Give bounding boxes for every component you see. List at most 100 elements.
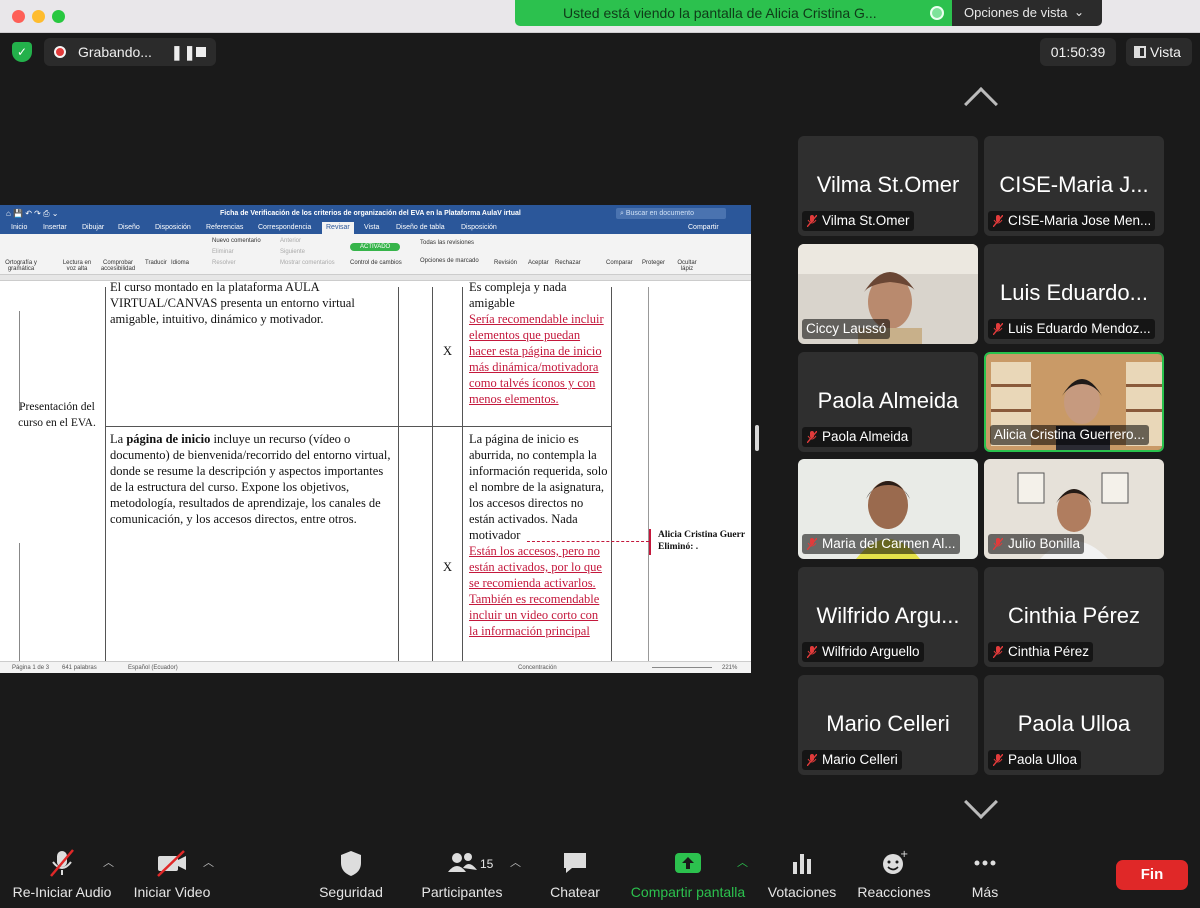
view-options-label: Opciones de vista — [964, 5, 1068, 20]
pause-recording-icon[interactable]: ❚❚ — [171, 38, 196, 66]
participant-name: Julio Bonilla — [1008, 536, 1081, 551]
chat-button[interactable]: Chatear — [540, 848, 610, 904]
tab-disposicion-tabla[interactable]: Disposición — [461, 222, 497, 234]
ribbon-compare[interactable]: Comparar — [606, 260, 633, 266]
ribbon-new-comment[interactable]: Nuevo comentario — [212, 238, 261, 244]
participants-label: Participantes — [421, 884, 503, 900]
participants-options-caret-icon[interactable]: ︿ — [510, 854, 521, 870]
reactions-label: Reacciones — [857, 884, 931, 900]
reactions-button[interactable]: + Reacciones — [854, 848, 934, 904]
mic-muted-icon — [807, 646, 817, 658]
participant-name: CISE-Maria Jose Men... — [1008, 213, 1152, 228]
word-ribbon: Ortografía y gramática Lectura en voz al… — [0, 234, 751, 275]
tab-referencias[interactable]: Referencias — [206, 222, 243, 234]
view-button-label: Vista — [1150, 44, 1181, 60]
participant-name: Mario Celleri — [822, 752, 898, 767]
revision-balloon[interactable]: Alicia Cristina Guerr Eliminó: . — [649, 529, 751, 555]
tab-inicio[interactable]: Inicio — [11, 222, 27, 234]
view-options-button[interactable]: Opciones de vista ⌄ — [952, 0, 1102, 26]
participant-name: Paola Ulloa — [1008, 752, 1078, 767]
row2-check-mark: X — [443, 560, 453, 574]
participants-icon — [448, 853, 477, 872]
ribbon-show-comments[interactable]: Mostrar comentarios — [280, 260, 335, 266]
polls-label: Votaciones — [767, 884, 837, 900]
audio-button[interactable]: Re-Iniciar Audio — [8, 848, 116, 904]
stop-recording-icon[interactable] — [196, 47, 206, 57]
tab-vista[interactable]: Vista — [364, 222, 379, 234]
audio-options-caret-icon[interactable]: ︿ — [103, 854, 114, 870]
ribbon-resolve[interactable]: Resolver — [212, 260, 236, 266]
ribbon-reject[interactable]: Rechazar — [555, 260, 581, 266]
participants-button[interactable]: 15 Participantes — [416, 848, 508, 904]
ribbon-previous[interactable]: Anterior — [280, 238, 301, 244]
word-search-placeholder: Buscar en documento — [625, 210, 694, 217]
row-border — [19, 311, 20, 411]
minimize-window-button[interactable] — [32, 10, 45, 23]
ribbon-spelling[interactable]: Ortografía y gramática — [4, 260, 38, 272]
participant-tile[interactable]: Cinthia Pérez Cinthia Pérez — [984, 567, 1164, 667]
tab-diseno-tabla[interactable]: Diseño de tabla — [396, 222, 445, 234]
polls-icon — [793, 854, 811, 874]
participant-name: Alicia Cristina Guerrero... — [994, 427, 1145, 442]
ribbon-translate[interactable]: Traducir — [145, 260, 167, 266]
video-options-caret-icon[interactable]: ︿ — [203, 854, 214, 870]
ribbon-next[interactable]: Siguiente — [280, 249, 305, 255]
ribbon-protect[interactable]: Proteger — [642, 260, 665, 266]
ribbon-track-changes[interactable]: Control de cambios — [350, 260, 402, 266]
ribbon-all-revisions[interactable]: Todas las revisiones — [420, 240, 474, 246]
ribbon-markup-options[interactable]: Opciones de marcado — [420, 258, 479, 264]
ribbon-review[interactable]: Revisión — [494, 260, 517, 266]
tab-correspondencia[interactable]: Correspondencia — [258, 222, 311, 234]
tab-dibujar[interactable]: Dibujar — [82, 222, 104, 234]
mic-muted-icon — [807, 431, 817, 443]
view-button[interactable]: Vista — [1126, 38, 1192, 66]
more-button[interactable]: Más — [958, 848, 1012, 904]
share-options-caret-icon[interactable]: ︿ — [737, 854, 748, 870]
participant-name-label: Cinthia Pérez — [988, 642, 1094, 662]
tab-diseno[interactable]: Diseño — [118, 222, 140, 234]
row2-bold-term: página de inicio — [126, 432, 211, 446]
participant-tile[interactable]: Vilma St.Omer Vilma St.Omer — [798, 136, 978, 236]
document-page: El curso montado en la plataforma AULA V… — [0, 280, 751, 661]
maximize-window-button[interactable] — [52, 10, 65, 23]
share-screen-button[interactable]: Compartir pantalla — [626, 848, 750, 904]
participant-tile[interactable]: Julio Bonilla — [984, 459, 1164, 559]
end-meeting-button[interactable]: Fin — [1116, 860, 1188, 890]
participant-name: Cinthia Pérez — [1008, 644, 1090, 659]
participant-name: Luis Eduardo Mendoz... — [1008, 321, 1151, 336]
word-share-button[interactable]: Compartir — [688, 222, 719, 234]
participant-tile[interactable]: Wilfrido Argu... Wilfrido Arguello — [798, 567, 978, 667]
word-search-box[interactable]: ⌕ Buscar en documento — [616, 208, 726, 219]
security-shield-icon[interactable]: ✓ — [12, 42, 32, 62]
row1-recommendation: Sería recomendable incluir elementos que… — [469, 312, 604, 406]
participant-name-label: Luis Eduardo Mendoz... — [988, 319, 1155, 339]
participant-tile[interactable]: Luis Eduardo... Luis Eduardo Mendoz... — [984, 244, 1164, 344]
tab-insertar[interactable]: Insertar — [43, 222, 67, 234]
chevron-down-icon: ⌄ — [1074, 5, 1085, 19]
ribbon-delete[interactable]: Eliminar — [212, 249, 234, 255]
ribbon-read-aloud[interactable]: Lectura en voz alta — [62, 260, 92, 272]
ribbon-hide-ink[interactable]: Ocultar lápiz — [676, 260, 698, 272]
mic-muted-icon — [807, 754, 817, 766]
participant-tile[interactable]: CISE-Maria J... CISE-Maria Jose Men... — [984, 136, 1164, 236]
security-button[interactable]: Seguridad — [312, 848, 390, 904]
participant-tile[interactable]: Ciccy Laussó — [798, 244, 978, 344]
ribbon-accessibility[interactable]: Comprobar accesibilidad — [98, 260, 138, 272]
reactions-icon: + — [883, 849, 908, 874]
tab-revisar[interactable]: Revisar — [322, 222, 354, 234]
zoom-slider[interactable] — [652, 667, 712, 668]
ribbon-accept[interactable]: Aceptar — [528, 260, 549, 266]
tab-disposicion[interactable]: Disposición — [155, 222, 191, 234]
close-window-button[interactable] — [12, 10, 25, 23]
ribbon-language[interactable]: Idioma — [171, 260, 189, 266]
participant-name-label: Julio Bonilla — [988, 534, 1085, 554]
participant-tile[interactable]: Alicia Cristina Guerrero... — [984, 352, 1164, 452]
participant-tile[interactable]: Paola Almeida Paola Almeida — [798, 352, 978, 452]
participant-tile[interactable]: Mario Celleri Mario Celleri — [798, 675, 978, 775]
split-resize-handle[interactable] — [755, 425, 759, 451]
status-focus[interactable]: Concentración — [518, 662, 557, 673]
track-changes-toggle[interactable]: ACTIVADO — [350, 243, 401, 251]
participant-tile[interactable]: Paola Ulloa Paola Ulloa — [984, 675, 1164, 775]
polls-button[interactable]: Votaciones — [764, 848, 840, 904]
participant-tile[interactable]: Maria del Carmen Al... — [798, 459, 978, 559]
